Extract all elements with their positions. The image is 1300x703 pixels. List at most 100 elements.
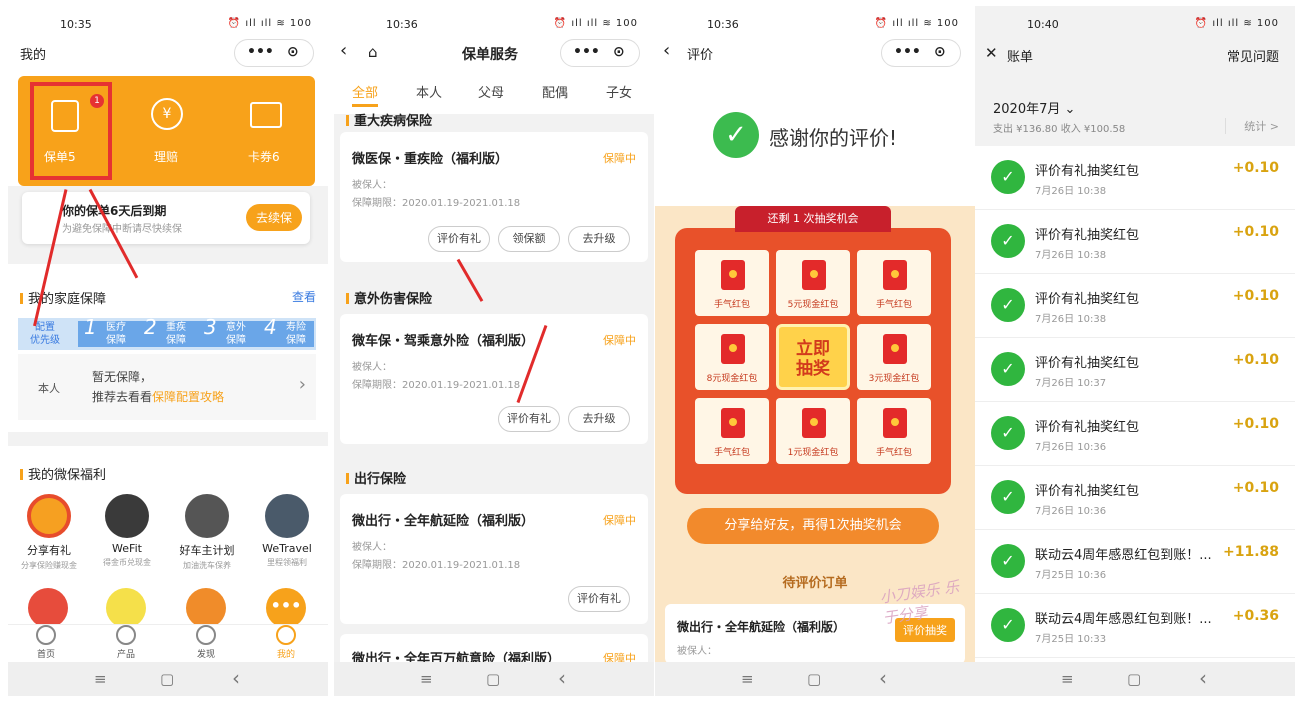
home-square-icon[interactable]: ▢ (486, 670, 500, 688)
bill-row[interactable]: ✓ 评价有礼抽奖红包 7月26日 10:38 +0.10 (975, 146, 1295, 210)
filter-parents[interactable]: 父母 (478, 82, 504, 101)
welfare-icon-5[interactable] (28, 588, 68, 628)
record-icon[interactable]: ⊙ (287, 44, 299, 60)
home-square-icon[interactable]: ▢ (1127, 670, 1141, 688)
policy-name: 微出行・全年航延险（福利版） (352, 514, 535, 529)
policy-card-3[interactable]: 微出行・全年航延险（福利版） 保障中 被保人： 保障期限：2020.01.19-… (340, 494, 648, 624)
tab-bar: 首页 产品 发现 我的 (8, 624, 328, 664)
draw-button[interactable]: 立即 抽奖 (776, 324, 850, 390)
member-row[interactable]: 本人 暂无保障， 推荐去看看保障配置攻略 › (18, 354, 316, 420)
review-button[interactable]: 评价有礼 (568, 586, 630, 612)
family-section: 我的家庭保障 查看 配置 优先级 1 医疗 保障 2 重疾 保障 3 意外 保障 4 寿险 保障 … (8, 264, 328, 432)
status-icons: ⏰ ıll ıll ≋ 100 (874, 18, 959, 29)
record-icon[interactable]: ⊙ (613, 44, 625, 60)
stats-link[interactable]: 统计 > (1225, 118, 1279, 134)
coupon-icon[interactable] (250, 102, 282, 128)
pending-insured: 被保人： (677, 646, 717, 657)
record-icon[interactable]: ⊙ (934, 44, 946, 60)
menu-icon[interactable]: ≡ (741, 670, 754, 688)
close-icon[interactable]: ✕ (985, 44, 998, 62)
bill-row[interactable]: ✓ 联动云4周年感恩红包到账！... 7月25日 10:33 +0.36 (975, 594, 1295, 658)
section-travel: 出行保险 (346, 468, 406, 487)
tab-home[interactable]: 首页 (16, 625, 76, 660)
bill-row[interactable]: ✓ 联动云4周年感恩红包到账！... 7月25日 10:36 +11.88 (975, 530, 1295, 594)
bill-row[interactable]: ✓ 评价有礼抽奖红包 7月26日 10:37 +0.10 (975, 338, 1295, 402)
share-gift-icon (27, 494, 71, 538)
chances-banner: 还剩 1 次抽奖机会 (735, 206, 891, 232)
claim-amount-button[interactable]: 领保额 (498, 226, 560, 252)
back-icon[interactable]: ‹ (232, 666, 240, 690)
review-button[interactable]: 评价有礼 (498, 406, 560, 432)
filter-spouse[interactable]: 配偶 (542, 82, 568, 101)
red-envelope-icon (883, 334, 907, 364)
welfare-car[interactable]: 好车主计划 加油洗车保养 (172, 494, 242, 571)
tab-mine[interactable]: 我的 (256, 625, 316, 660)
back-icon[interactable]: ‹ (340, 40, 347, 61)
welfare-wefit[interactable]: WeFit 得金币兑现金 (92, 494, 162, 568)
filter-tabs: 全部 本人 父母 配偶 子女 (334, 82, 654, 108)
filter-all[interactable]: 全部 (352, 82, 378, 101)
more-icon[interactable]: ••• (247, 44, 274, 60)
bill-row[interactable]: ✓ 评价有礼抽奖红包 7月26日 10:38 +0.10 (975, 274, 1295, 338)
policy-label[interactable]: 保单5 (44, 148, 76, 165)
renew-button[interactable]: 去续保 (245, 204, 302, 231)
bill-row[interactable]: ✓ 评价有礼抽奖红包 7月26日 10:36 +0.10 (975, 466, 1295, 530)
penguin-icon[interactable] (106, 588, 146, 628)
page-title: 保单服务 (462, 47, 518, 63)
back-icon[interactable]: ‹ (1199, 666, 1207, 690)
tab-discover[interactable]: 发现 (176, 625, 236, 660)
home-square-icon[interactable]: ▢ (160, 670, 174, 688)
yen-icon[interactable]: ¥ (151, 98, 183, 130)
guide-link[interactable]: 保障配置攻略 (152, 390, 224, 404)
policy-card-2[interactable]: 微车保・驾乘意外险（福利版） 保障中 被保人： 保障期限：2020.01.19-… (340, 314, 648, 444)
policy-icon[interactable] (51, 100, 79, 132)
filter-children[interactable]: 子女 (606, 82, 632, 101)
filter-self[interactable]: 本人 (416, 82, 442, 101)
more-dots-icon[interactable]: ••• (266, 588, 306, 628)
welfare-share[interactable]: 分享有礼 分享保险赚现金 (14, 494, 84, 571)
welfare-icon-7[interactable] (186, 588, 226, 628)
tab-products[interactable]: 产品 (96, 625, 156, 660)
mini-program-capsule[interactable]: ••• ⊙ (881, 39, 961, 67)
share-button[interactable]: 分享给好友，再得1次抽奖机会 (687, 508, 939, 544)
mini-program-capsule[interactable]: ••• ⊙ (234, 39, 314, 67)
prize-7: 手气红包 (695, 398, 769, 464)
menu-icon[interactable]: ≡ (1061, 670, 1074, 688)
upgrade-button[interactable]: 去升级 (568, 406, 630, 432)
policy-status: 保障中 (603, 514, 636, 527)
back-icon[interactable]: ‹ (558, 666, 566, 690)
policy-card-1[interactable]: 微医保・重疾险（福利版） 保障中 被保人： 保障期限：2020.01.19-20… (340, 132, 648, 262)
mini-program-capsule[interactable]: ••• ⊙ (560, 39, 640, 67)
policy-status: 保障中 (603, 334, 636, 347)
red-envelope-icon (721, 334, 745, 364)
review-button[interactable]: 评价有礼 (428, 226, 490, 252)
policy-status: 保障中 (603, 152, 636, 165)
home-icon[interactable]: ⌂ (368, 43, 378, 61)
more-icon[interactable]: ••• (573, 44, 600, 60)
policy-badge: 1 (90, 94, 104, 108)
more-icon[interactable]: ••• (894, 44, 921, 60)
back-icon[interactable]: ‹ (879, 666, 887, 690)
wechat-pay-icon: ✓ (991, 160, 1025, 194)
upgrade-button[interactable]: 去升级 (568, 226, 630, 252)
policy-name: 微车保・驾乘意外险（福利版） (352, 334, 535, 349)
status-bar: 10:36 ⏰ ıll ıll ≋ 100 (334, 16, 654, 36)
red-envelope-icon (802, 260, 826, 290)
claims-label[interactable]: 理赔 (154, 148, 178, 165)
welfare-travel[interactable]: WeTravel 里程领福利 (252, 494, 322, 568)
prize-2: 5元现金红包 (776, 250, 850, 316)
family-link[interactable]: 查看 (292, 288, 316, 305)
bill-row[interactable]: ✓ 评价有礼抽奖红包 7月26日 10:36 +0.10 (975, 402, 1295, 466)
menu-icon[interactable]: ≡ (420, 670, 433, 688)
back-icon[interactable]: ‹ (663, 40, 670, 61)
home-square-icon[interactable]: ▢ (807, 670, 821, 688)
steps-bar: 配置 优先级 1 医疗 保障 2 重疾 保障 3 意外 保障 4 寿险 保障 (18, 317, 316, 350)
bill-row[interactable]: ✓ 评价有礼抽奖红包 7月26日 10:38 +0.10 (975, 210, 1295, 274)
faq-link[interactable]: 常见问题 (1227, 46, 1279, 65)
menu-icon[interactable]: ≡ (94, 670, 107, 688)
red-arrow-1 (456, 258, 484, 302)
coupon-label[interactable]: 卡券6 (248, 148, 280, 165)
month-picker[interactable]: 2020年7月 ⌄ (993, 98, 1075, 117)
status-icons: ⏰ ıll ıll ≋ 100 (553, 18, 638, 29)
screen-review-lottery: 10:36 ⏰ ıll ıll ≋ 100 ‹ 评价 ••• ⊙ ✓ 感谢你的评价!… (655, 6, 975, 696)
